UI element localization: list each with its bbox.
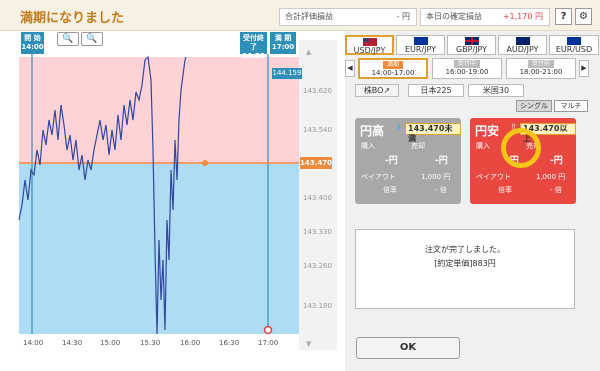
multiplier-label: 倍率 — [498, 186, 512, 194]
y-tick: 143.540 — [303, 126, 332, 134]
x-tick: 16:00 — [180, 339, 201, 347]
payout-label: ペイアウト — [361, 173, 396, 181]
buy-label: 購入 — [476, 142, 490, 150]
x-tick: 16:30 — [219, 339, 240, 347]
message-line-2: [約定単価]883円 — [434, 259, 496, 268]
start-flag: 開 始 14:00 — [21, 32, 44, 54]
currency-eurjpy[interactable]: EUR/JPY — [396, 35, 445, 55]
expiry-flag: 満 期 17:00 — [270, 32, 296, 54]
x-tick: 15:00 — [100, 339, 121, 347]
multiplier-value: - 倍 — [435, 186, 447, 194]
session-time: 16:00-19:00 — [445, 68, 489, 76]
currency-audjpy[interactable]: AUD/JPY — [498, 35, 547, 55]
session-next-arrow[interactable]: ▶ — [579, 60, 589, 77]
x-tick: 14:30 — [62, 339, 83, 347]
sell-value: -円 — [550, 156, 563, 166]
sell-value: -円 — [435, 156, 448, 166]
session-badge: 受付前 — [527, 60, 554, 68]
flag-eu-icon — [567, 37, 581, 45]
buy-value: -円 — [385, 156, 398, 166]
cutoff-flag-bottom: 16:58 — [242, 52, 265, 60]
session-prev-arrow[interactable]: ◀ — [345, 60, 355, 77]
currency-label: USD/JPY — [353, 46, 386, 55]
expiry-flag-top: 満 期 — [274, 34, 292, 42]
payout-label: ペイアウト — [476, 173, 511, 181]
x-tick: 14:00 — [23, 339, 44, 347]
currency-label: GBP/JPY — [455, 45, 488, 54]
cutoff-flag-top: 受付終了 — [243, 34, 264, 51]
currency-eurusd[interactable]: EUR/USD — [549, 35, 599, 55]
mode-single-button[interactable]: シングル — [516, 100, 552, 112]
current-price-tag: 144.159 — [272, 68, 302, 79]
tap-highlight-ring — [501, 128, 541, 168]
option-title: 円高 — [360, 124, 385, 138]
session-badge: 満期 — [382, 61, 403, 69]
option-rate: 143.470未満 — [405, 123, 461, 143]
buy-label: 購入 — [361, 142, 375, 150]
currency-label: EUR/JPY — [404, 45, 437, 54]
ok-button[interactable]: OK — [356, 337, 460, 359]
session-item[interactable]: 満期 14:00-17:00 — [358, 58, 428, 79]
session-item[interactable]: 受付中 16:00-19:00 — [432, 58, 502, 79]
currency-label: EUR/USD — [555, 45, 593, 54]
expiry-point-marker — [263, 325, 273, 335]
flag-au-icon — [515, 37, 530, 45]
cutoff-flag: 受付終了 16:58 — [240, 32, 267, 60]
order-message-box: 注文が完了しました。 [約定単価]883円 — [355, 229, 575, 309]
flag-us-icon — [362, 38, 377, 46]
session-time: 14:00-17:00 — [371, 69, 415, 77]
option-card-high[interactable]: 円高 ⬇ 143.470未満 購入 売却 -円 -円 ペイアウト 1,000 円… — [355, 118, 461, 204]
currency-label: AUD/JPY — [506, 45, 539, 54]
y-tick: 143.400 — [303, 194, 332, 202]
session-time: 18:00-21:00 — [519, 68, 563, 76]
strike-price-tag: 143.470 — [300, 157, 332, 169]
start-flag-bottom: 14:00 — [21, 43, 44, 51]
mode-multi-button[interactable]: マルチ — [554, 100, 588, 112]
y-tick: 143.260 — [303, 262, 332, 270]
start-flag-top: 開 始 — [24, 34, 41, 42]
multiplier-value: - 倍 — [550, 186, 562, 194]
currency-usdjpy[interactable]: USD/JPY — [345, 35, 394, 55]
flag-eu-icon — [413, 37, 428, 45]
currency-gbpjpy[interactable]: GBP/JPY — [447, 35, 496, 55]
down-arrow-icon: ⬇ — [395, 123, 403, 133]
y-tick: 143.180 — [303, 302, 332, 310]
option-title: 円安 — [475, 124, 500, 138]
payout-value: 1,000 円 — [536, 173, 566, 181]
x-tick: 17:00 — [258, 339, 279, 347]
y-tick: 143.620 — [303, 87, 332, 95]
sell-label: 売却 — [411, 142, 425, 150]
tab-kabubo[interactable]: 株BO↗ — [355, 84, 399, 97]
x-tick: 15:30 — [140, 339, 161, 347]
flag-uk-icon — [464, 37, 479, 45]
payout-value: 1,000 円 — [421, 173, 451, 181]
y-tick: 143.330 — [303, 228, 332, 236]
tab-nikkei225[interactable]: 日本225 — [408, 84, 464, 97]
message-line-1: 注文が完了しました。 — [425, 245, 505, 254]
expiry-flag-bottom: 17:00 — [271, 43, 295, 51]
multiplier-label: 倍率 — [383, 186, 397, 194]
session-item[interactable]: 受付前 18:00-21:00 — [506, 58, 576, 79]
price-line — [18, 55, 187, 335]
tab-us30[interactable]: 米国30 — [468, 84, 524, 97]
session-badge: 受付中 — [453, 60, 480, 68]
strike-point-marker — [202, 160, 208, 166]
